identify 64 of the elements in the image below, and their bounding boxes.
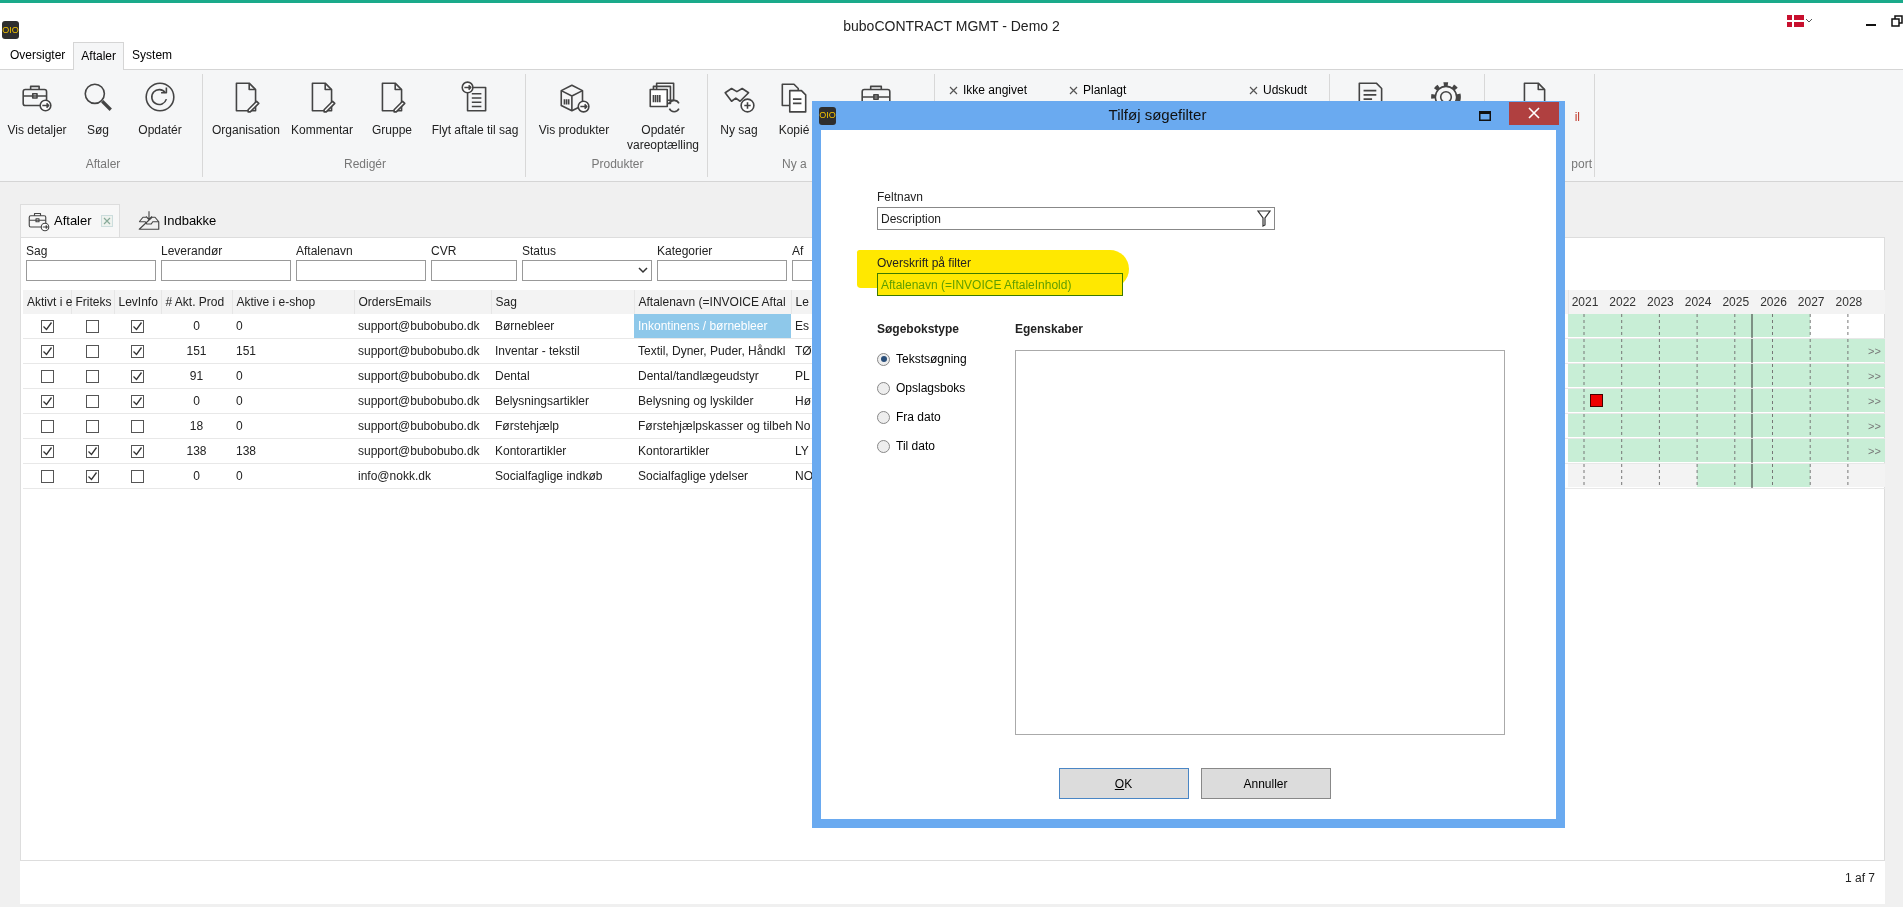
dialog-title: Tilføj søgefilter bbox=[1107, 105, 1208, 126]
table-cell: 0 bbox=[193, 469, 200, 483]
field-label: Overskrift på filter bbox=[877, 256, 973, 270]
year-label: 2028 bbox=[1835, 295, 1862, 309]
table-cell: 0 bbox=[236, 419, 243, 433]
year-label: 2024 bbox=[1684, 295, 1711, 309]
table-cell: support@bubobubo.dk bbox=[358, 394, 480, 408]
filter-label: Leverandør bbox=[161, 244, 224, 258]
table-cell: support@bubobubo.dk bbox=[358, 369, 480, 383]
table-cell: info@nokk.dk bbox=[358, 469, 431, 483]
year-label: 2027 bbox=[1797, 295, 1825, 309]
filter-label: Aftalenavn bbox=[296, 244, 354, 258]
field-label: Feltnavn bbox=[877, 190, 925, 204]
filter-label: CVR bbox=[431, 244, 458, 258]
table-cell: 151 bbox=[236, 344, 257, 358]
table-cell: Hø bbox=[795, 394, 811, 408]
section-heading: Søgebokstype bbox=[877, 322, 961, 336]
group-label: Redigér bbox=[344, 157, 386, 171]
page-indicator: 1 af 7 bbox=[1844, 871, 1875, 885]
table-cell: LY bbox=[795, 444, 809, 458]
table-cell: 0 bbox=[236, 369, 243, 383]
table-cell: TØ bbox=[795, 344, 812, 358]
table-cell: support@bubobubo.dk bbox=[358, 344, 480, 358]
table-cell: 0 bbox=[193, 394, 200, 408]
year-label: 2021 bbox=[1571, 295, 1598, 309]
table-cell: 0 bbox=[236, 469, 243, 483]
group-label: port bbox=[1571, 157, 1592, 171]
table-cell: 138 bbox=[236, 444, 257, 458]
table-cell: 151 bbox=[186, 344, 207, 358]
table-cell: Socialfaglige indkøb bbox=[495, 469, 603, 483]
group-label: Produkter bbox=[591, 157, 644, 171]
table-cell: NO bbox=[795, 469, 813, 483]
filter-label: Kategorier bbox=[657, 244, 714, 258]
year-label: 2025 bbox=[1721, 295, 1749, 309]
table-cell: support@bubobubo.dk bbox=[358, 444, 480, 458]
section-heading: Egenskaber bbox=[1015, 322, 1085, 336]
app-logo: OIO bbox=[819, 106, 836, 125]
table-cell: 18 bbox=[189, 419, 204, 433]
table-cell: Førstehjælp bbox=[495, 419, 559, 433]
table-cell: Belysningsartikler bbox=[495, 394, 590, 408]
table-cell: Inventar - tekstil bbox=[495, 344, 580, 358]
year-label: 2026 bbox=[1759, 295, 1787, 309]
group-label: Ny a bbox=[782, 157, 807, 171]
table-cell: Es bbox=[795, 319, 809, 333]
table-cell: Kontorartikler bbox=[495, 444, 567, 458]
table-cell: 0 bbox=[236, 319, 243, 333]
window-title: buboCONTRACT MGMT - Demo 2 bbox=[843, 17, 1060, 36]
table-cell: 138 bbox=[186, 444, 207, 458]
filter-label: Af bbox=[792, 244, 805, 258]
table-cell: 91 bbox=[189, 369, 204, 383]
table-cell: Børnebleer bbox=[495, 319, 555, 333]
table-cell: No bbox=[795, 419, 811, 433]
table-cell: 0 bbox=[193, 319, 200, 333]
table-cell: support@bubobubo.dk bbox=[358, 319, 480, 333]
table-cell: 0 bbox=[236, 394, 243, 408]
app-logo: OIO bbox=[2, 21, 19, 39]
year-label: 2022 bbox=[1608, 295, 1636, 309]
table-cell: Dental bbox=[495, 369, 530, 383]
filter-label: Status bbox=[522, 244, 558, 258]
filter-label: Sag bbox=[26, 244, 49, 258]
table-cell: support@bubobubo.dk bbox=[358, 419, 480, 433]
table-cell: PL bbox=[795, 369, 810, 383]
group-label: Aftaler bbox=[85, 157, 121, 171]
year-label: 2023 bbox=[1646, 295, 1674, 309]
